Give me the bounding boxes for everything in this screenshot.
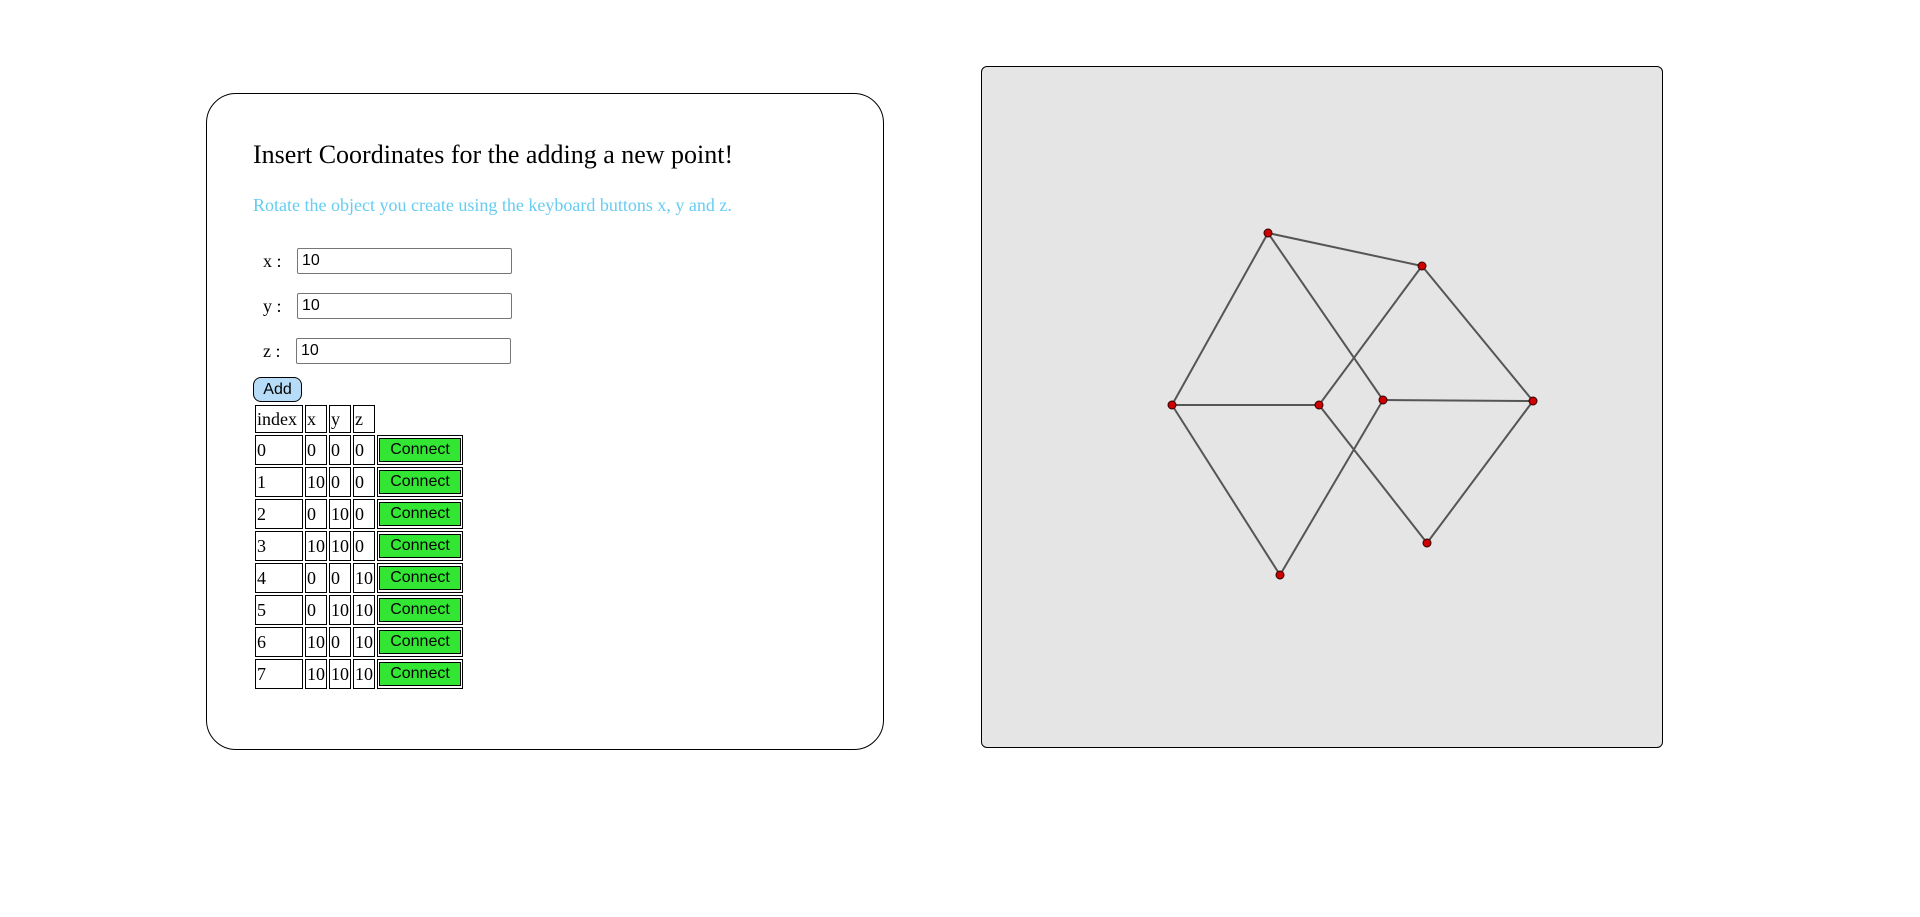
header-y: y: [329, 405, 351, 433]
cell-z: 10: [353, 563, 375, 593]
cell-z: 10: [353, 595, 375, 625]
cube-edge: [1382, 399, 1534, 402]
cell-x: 10: [305, 467, 327, 497]
table-row: 7 10 10 10 Connect: [255, 659, 463, 689]
cube-edge: [1426, 400, 1534, 544]
connect-button[interactable]: Connect: [379, 534, 461, 558]
cube-vertex: [1528, 396, 1538, 406]
connect-button[interactable]: Connect: [379, 470, 461, 494]
cube-edge: [1421, 265, 1534, 402]
connect-cell: Connect: [377, 595, 463, 625]
connect-button[interactable]: Connect: [379, 566, 461, 590]
cell-x: 10: [305, 627, 327, 657]
table-row: 6 10 0 10 Connect: [255, 627, 463, 657]
coordinate-form-panel: Insert Coordinates for the adding a new …: [206, 93, 884, 750]
connect-button[interactable]: Connect: [379, 630, 461, 654]
cell-index: 2: [255, 499, 303, 529]
cell-index: 5: [255, 595, 303, 625]
connect-cell: Connect: [377, 659, 463, 689]
cell-y: 0: [329, 563, 351, 593]
cell-x: 10: [305, 531, 327, 561]
connect-cell: Connect: [377, 627, 463, 657]
connect-cell: Connect: [377, 531, 463, 561]
cell-z: 0: [353, 435, 375, 465]
z-input[interactable]: [296, 338, 511, 364]
table-row: 2 0 10 0 Connect: [255, 499, 463, 529]
x-field-row: x :: [263, 247, 512, 275]
cube-wireframe: [1167, 228, 1538, 580]
points-table-body: 0 0 0 0 Connect 1 10 0 0 Connect 2 0 10 0 Connect 3 10 10…: [255, 435, 463, 689]
cell-y: 10: [329, 531, 351, 561]
cell-y: 10: [329, 595, 351, 625]
cube-vertex: [1417, 261, 1427, 271]
header-z: z: [353, 405, 375, 433]
cell-z: 0: [353, 467, 375, 497]
table-row: 5 0 10 10 Connect: [255, 595, 463, 625]
cell-y: 10: [329, 659, 351, 689]
cell-z: 10: [353, 659, 375, 689]
table-header-row: index x y z: [255, 405, 463, 433]
cell-index: 7: [255, 659, 303, 689]
cube-vertex: [1314, 400, 1324, 410]
x-input[interactable]: [297, 248, 512, 274]
cube-edge: [1279, 399, 1384, 576]
cell-z: 10: [353, 627, 375, 657]
form-title: Insert Coordinates for the adding a new …: [253, 140, 734, 169]
cube-vertex: [1422, 538, 1432, 548]
cell-y: 0: [329, 627, 351, 657]
add-point-button[interactable]: Add: [253, 377, 302, 402]
page: Insert Coordinates for the adding a new …: [0, 0, 1920, 917]
header-index: index: [255, 405, 303, 433]
connect-cell: Connect: [377, 563, 463, 593]
cell-y: 10: [329, 499, 351, 529]
cube-edge: [1267, 232, 1423, 267]
cell-x: 0: [305, 499, 327, 529]
connect-cell: Connect: [377, 435, 463, 465]
z-field-label: z :: [263, 340, 281, 361]
connect-cell: Connect: [377, 499, 463, 529]
cube-edge: [1318, 265, 1423, 406]
y-field-label: y :: [263, 295, 282, 316]
table-row: 4 0 0 10 Connect: [255, 563, 463, 593]
table-row: 1 10 0 0 Connect: [255, 467, 463, 497]
y-input[interactable]: [297, 293, 512, 319]
y-field-row: y :: [263, 292, 512, 320]
cell-index: 1: [255, 467, 303, 497]
table-row: 3 10 10 0 Connect: [255, 531, 463, 561]
connect-button[interactable]: Connect: [379, 438, 461, 462]
cell-index: 3: [255, 531, 303, 561]
connect-cell: Connect: [377, 467, 463, 497]
connect-button[interactable]: Connect: [379, 502, 461, 526]
cell-index: 4: [255, 563, 303, 593]
connect-button[interactable]: Connect: [379, 662, 461, 686]
cube-canvas[interactable]: [981, 66, 1663, 748]
points-table: index x y z 0 0 0 0 Connect 1 10 0 0 Connect 2 0 10 0…: [253, 403, 465, 691]
connect-button[interactable]: Connect: [379, 598, 461, 622]
x-field-label: x :: [263, 250, 282, 271]
cell-x: 0: [305, 563, 327, 593]
cube-vertex: [1263, 228, 1273, 238]
cube-vertex: [1275, 570, 1285, 580]
table-row: 0 0 0 0 Connect: [255, 435, 463, 465]
header-x: x: [305, 405, 327, 433]
rotation-hint: Rotate the object you create using the k…: [253, 195, 732, 215]
cube-edge: [1171, 404, 1281, 576]
cube-edge: [1171, 232, 1269, 406]
cell-z: 0: [353, 499, 375, 529]
cube-vertex: [1167, 400, 1177, 410]
z-field-row: z :: [263, 337, 511, 365]
cell-x: 10: [305, 659, 327, 689]
cube-vertex: [1378, 395, 1388, 405]
cube-edge: [1318, 404, 1428, 544]
cell-index: 6: [255, 627, 303, 657]
cell-y: 0: [329, 467, 351, 497]
cube-edge: [1267, 232, 1384, 401]
cell-y: 0: [329, 435, 351, 465]
cell-x: 0: [305, 595, 327, 625]
cell-z: 0: [353, 531, 375, 561]
cell-x: 0: [305, 435, 327, 465]
cell-index: 0: [255, 435, 303, 465]
